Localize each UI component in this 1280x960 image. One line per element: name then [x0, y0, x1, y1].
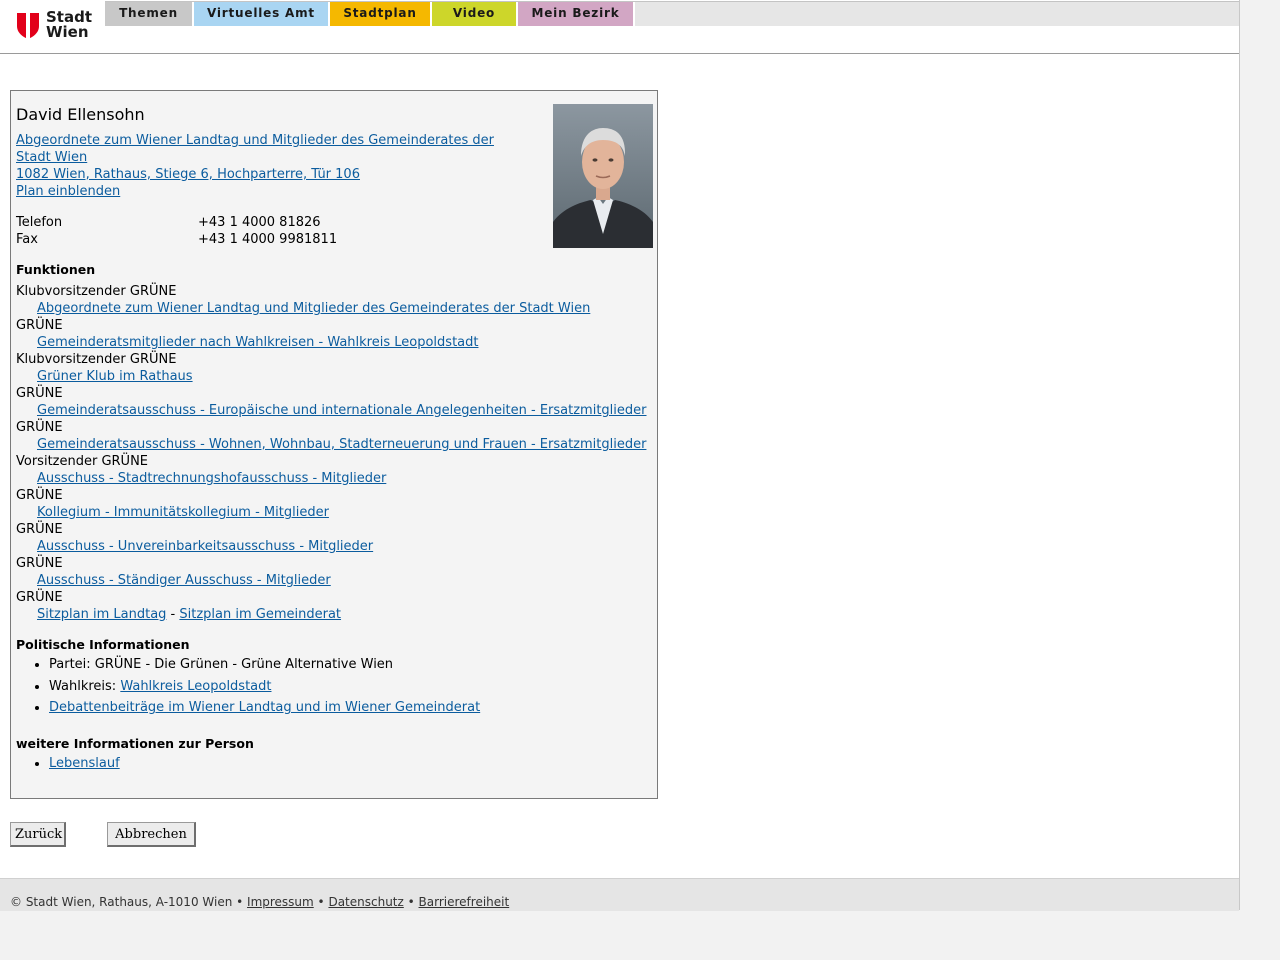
function-group-link[interactable]: Kollegium - Immunitätskollegium - Mitgli…	[37, 505, 329, 520]
debates-item: Debattenbeiträge im Wiener Landtag und i…	[49, 699, 480, 716]
footer-separator: •	[313, 895, 329, 909]
role-link[interactable]: Abgeordnete zum Wiener Landtag und Mitgl…	[16, 132, 516, 166]
function-group-link[interactable]: Abgeordnete zum Wiener Landtag und Mitgl…	[37, 301, 590, 316]
footer-separator: •	[403, 895, 419, 909]
back-button[interactable]: Zurück	[10, 822, 66, 847]
function-role: GRÜNE	[16, 522, 63, 537]
function-role: GRÜNE	[16, 420, 63, 435]
phone-label: Telefon	[16, 215, 63, 230]
seating-plan-gemeinderat-link[interactable]: Sitzplan im Gemeinderat	[179, 607, 341, 622]
main-nav: Themen Virtuelles Amt Stadtplan Video Me…	[105, 1, 1239, 26]
function-group-link[interactable]: Ausschuss - Unvereinbarkeitsausschuss - …	[37, 539, 373, 554]
function-group-link[interactable]: Gemeinderatsausschuss - Europäische und …	[37, 403, 647, 418]
seating-plan-separator: -	[166, 607, 180, 622]
function-role: GRÜNE	[16, 590, 63, 605]
phone-number: +43 1 4000 81826	[198, 215, 321, 230]
function-role: GRÜNE	[16, 386, 63, 401]
function-group-link[interactable]: Gemeinderatsausschuss - Wohnen, Wohnbau,…	[37, 437, 646, 452]
role-link-line-2[interactable]: Stadt Wien	[16, 149, 516, 166]
person-name: David Ellensohn	[16, 105, 145, 124]
site-header: Stadt Wien Themen Virtuelles Amt Stadtpl…	[0, 0, 1239, 54]
logo-text: Stadt Wien	[46, 10, 92, 40]
person-card: David Ellensohn Abgeordnete zum Wiener L…	[10, 90, 658, 799]
datenschutz-link[interactable]: Datenschutz	[328, 895, 403, 909]
function-role: GRÜNE	[16, 488, 63, 503]
function-role: Vorsitzender GRÜNE	[16, 454, 149, 469]
role-link-line-1[interactable]: Abgeordnete zum Wiener Landtag und Mitgl…	[16, 132, 516, 149]
seating-plan-landtag-link[interactable]: Sitzplan im Landtag	[37, 607, 166, 622]
fax-label: Fax	[16, 232, 38, 247]
debates-link[interactable]: Debattenbeiträge im Wiener Landtag und i…	[49, 700, 480, 715]
tab-video[interactable]: Video	[432, 2, 518, 26]
contact-info: Telefon +43 1 4000 81826 Fax +43 1 4000 …	[16, 214, 416, 248]
barrierefreiheit-link[interactable]: Barrierefreiheit	[419, 895, 510, 909]
function-group-link[interactable]: Ausschuss - Ständiger Ausschuss - Mitgli…	[37, 573, 331, 588]
impressum-link[interactable]: Impressum	[247, 895, 314, 909]
tab-virtuelles-amt[interactable]: Virtuelles Amt	[194, 2, 330, 26]
person-photo	[553, 104, 653, 248]
site-footer: © Stadt Wien, Rathaus, A-1010 Wien • Imp…	[0, 878, 1239, 911]
footer-copyright: © Stadt Wien, Rathaus, A-1010 Wien •	[10, 895, 248, 909]
logo-line-2: Wien	[46, 23, 89, 41]
district-link[interactable]: Wahlkreis Leopoldstadt	[120, 679, 271, 694]
wien-shield-icon	[17, 13, 39, 40]
stadt-wien-logo[interactable]: Stadt Wien	[16, 10, 96, 42]
political-info-heading: Politische Informationen	[16, 637, 190, 652]
function-role: Klubvorsitzender GRÜNE	[16, 284, 177, 299]
further-info-list: Lebenslauf	[16, 755, 120, 777]
further-info-heading: weitere Informationen zur Person	[16, 736, 254, 751]
address-block: Abgeordnete zum Wiener Landtag und Mitgl…	[16, 132, 516, 200]
fax-row: Fax +43 1 4000 9981811	[16, 231, 416, 248]
tab-themen[interactable]: Themen	[105, 2, 194, 26]
fax-number: +43 1 4000 9981811	[198, 232, 338, 247]
function-group-link[interactable]: Grüner Klub im Rathaus	[37, 369, 193, 384]
show-map-link[interactable]: Plan einblenden	[16, 183, 516, 200]
page: Stadt Wien Themen Virtuelles Amt Stadtpl…	[0, 0, 1240, 911]
functions-heading: Funktionen	[16, 262, 96, 277]
function-role: Klubvorsitzender GRÜNE	[16, 352, 177, 367]
function-group-link[interactable]: Ausschuss - Stadtrechnungshofausschuss -…	[37, 471, 386, 486]
phone-row: Telefon +43 1 4000 81826	[16, 214, 416, 231]
cv-link[interactable]: Lebenslauf	[49, 756, 120, 771]
seating-plan-links: Sitzplan im Landtag - Sitzplan im Gemein…	[16, 606, 647, 623]
party-item: Partei: GRÜNE - Die Grünen - Grüne Alter…	[49, 656, 480, 673]
address-link[interactable]: 1082 Wien, Rathaus, Stiege 6, Hochparter…	[16, 166, 516, 183]
footer-text: © Stadt Wien, Rathaus, A-1010 Wien • Imp…	[10, 895, 509, 909]
function-role: GRÜNE	[16, 556, 63, 571]
cv-item: Lebenslauf	[49, 755, 120, 772]
tab-stadtplan[interactable]: Stadtplan	[330, 2, 432, 26]
cancel-button[interactable]: Abbrechen	[107, 822, 196, 847]
functions-list: Klubvorsitzender GRÜNE Abgeordnete zum W…	[16, 283, 647, 623]
function-role: GRÜNE	[16, 318, 63, 333]
political-info-list: Partei: GRÜNE - Die Grünen - Grüne Alter…	[16, 656, 480, 721]
function-group-link[interactable]: Gemeinderatsmitglieder nach Wahlkreisen …	[37, 335, 478, 350]
district-label: Wahlkreis:	[49, 678, 121, 694]
district-item: Wahlkreis: Wahlkreis Leopoldstadt	[49, 678, 480, 695]
tab-mein-bezirk[interactable]: Mein Bezirk	[518, 2, 635, 26]
